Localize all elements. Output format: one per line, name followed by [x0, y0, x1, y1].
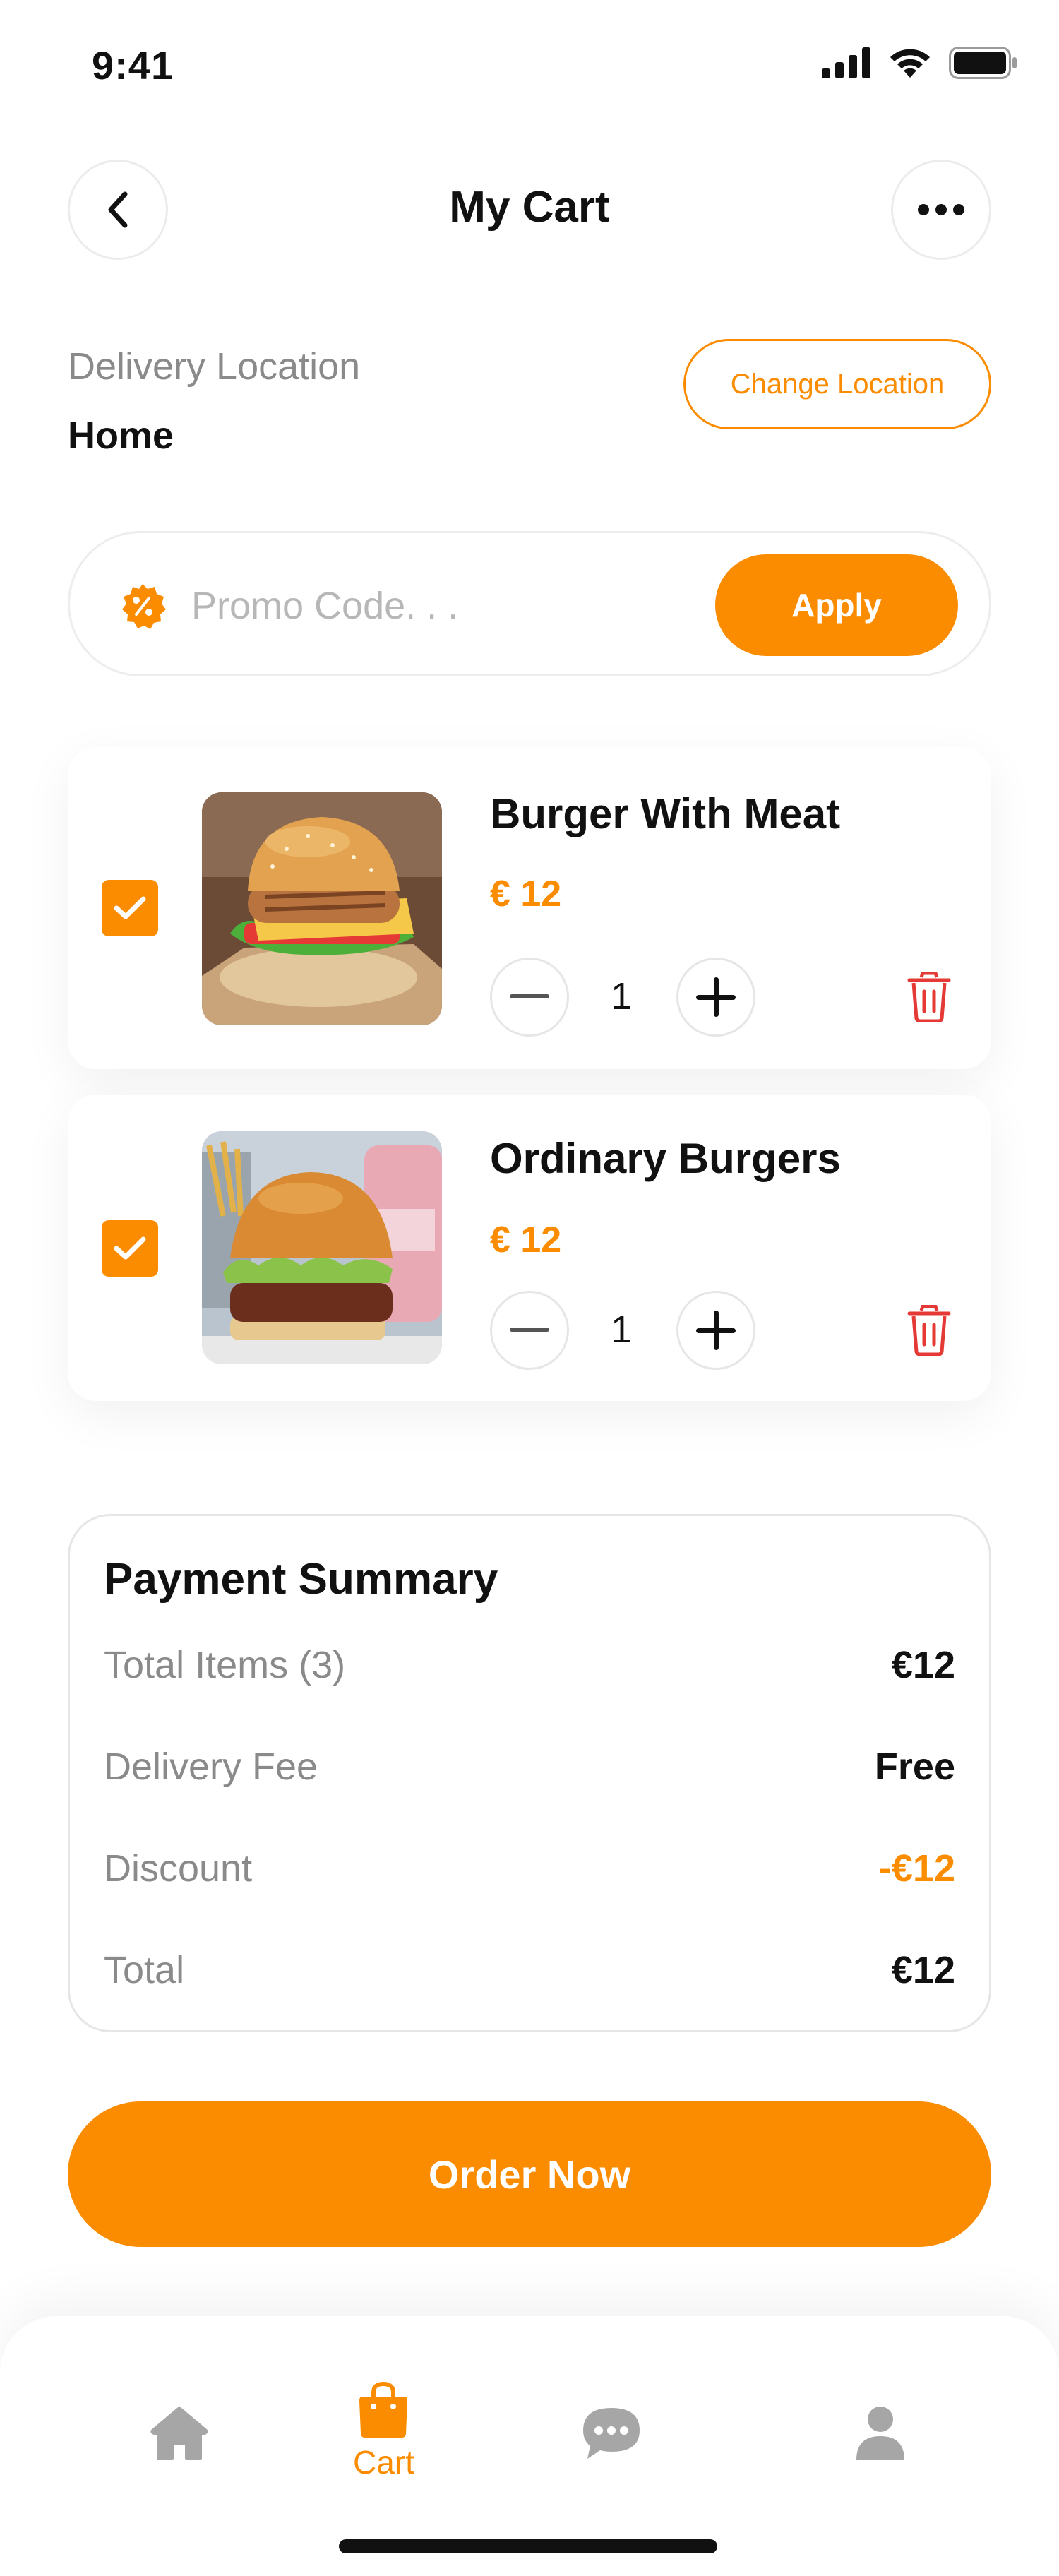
cart-item: Ordinary Burgers € 12 1 [68, 1095, 991, 1401]
nav-item-profile[interactable] [854, 2405, 907, 2462]
minus-icon [510, 994, 549, 998]
more-horizontal-icon [918, 204, 964, 215]
minus-icon [510, 1328, 549, 1332]
nav-item-home[interactable] [150, 2405, 209, 2462]
change-location-button[interactable]: Change Location [683, 339, 991, 429]
delivery-location-value: Home [68, 415, 174, 457]
nav-item-cart[interactable]: Cart [353, 2381, 414, 2481]
bag-icon [359, 2381, 408, 2438]
payment-summary-title: Payment Summary [104, 1555, 498, 1604]
plus-icon [696, 977, 736, 1017]
payment-summary: Payment Summary Total Items (3) €12 Deli… [68, 1514, 991, 2032]
nav-label-cart: Cart [353, 2444, 414, 2481]
total-label: Total [104, 1949, 185, 1991]
trash-icon [907, 972, 951, 1022]
signal-icon [822, 47, 870, 78]
cart-screen: 9:41 My Cart Delivery Location Home Chan… [0, 0, 1059, 2576]
status-time: 9:41 [92, 43, 174, 88]
plus-icon [696, 1311, 736, 1350]
delete-item-button[interactable] [901, 1302, 957, 1359]
status-icons [822, 47, 1018, 79]
burger-with-meat-image [202, 792, 442, 1025]
item-price: € 12 [490, 1220, 562, 1260]
cart-item: Burger With Meat € 12 1 [68, 747, 991, 1069]
order-now-button[interactable]: Order Now [68, 2101, 991, 2247]
decrease-quantity-button[interactable] [490, 958, 569, 1037]
home-indicator [339, 2539, 717, 2553]
apply-promo-button[interactable]: Apply [715, 554, 958, 656]
delivery-fee-label: Delivery Fee [104, 1746, 318, 1788]
trash-icon [907, 1305, 951, 1356]
total-value: €12 [891, 1949, 955, 1991]
wifi-icon [890, 49, 930, 78]
item-checkbox[interactable] [102, 880, 158, 936]
increase-quantity-button[interactable] [676, 1291, 755, 1370]
discount-value: -€12 [878, 1847, 955, 1890]
promo-code-bar: Apply [68, 531, 991, 676]
promo-code-input[interactable] [191, 571, 615, 640]
delivery-location-label: Delivery Location [68, 345, 361, 388]
battery-icon [949, 47, 1017, 79]
user-icon [856, 2407, 904, 2460]
home-icon [150, 2407, 208, 2460]
discount-badge-icon [122, 584, 166, 629]
total-items-value: €12 [891, 1644, 955, 1686]
delete-item-button[interactable] [901, 969, 957, 1025]
ordinary-burgers-image [202, 1131, 442, 1364]
total-items-label: Total Items (3) [104, 1644, 346, 1686]
nav-item-chat[interactable] [582, 2407, 641, 2460]
bottom-navigation: Cart [0, 2316, 1059, 2576]
discount-label: Discount [104, 1847, 253, 1890]
item-quantity: 1 [610, 1308, 633, 1351]
chat-icon [583, 2408, 640, 2459]
delivery-fee-value: Free [874, 1746, 955, 1788]
item-checkbox[interactable] [102, 1220, 158, 1277]
checkmark-icon [114, 1236, 146, 1260]
increase-quantity-button[interactable] [676, 958, 755, 1037]
decrease-quantity-button[interactable] [490, 1291, 569, 1370]
item-name: Ordinary Burgers [490, 1135, 841, 1182]
item-quantity: 1 [610, 975, 633, 1018]
item-name: Burger With Meat [490, 790, 841, 837]
item-price: € 12 [490, 873, 562, 914]
checkmark-icon [114, 896, 146, 919]
more-options-button[interactable] [891, 160, 991, 260]
